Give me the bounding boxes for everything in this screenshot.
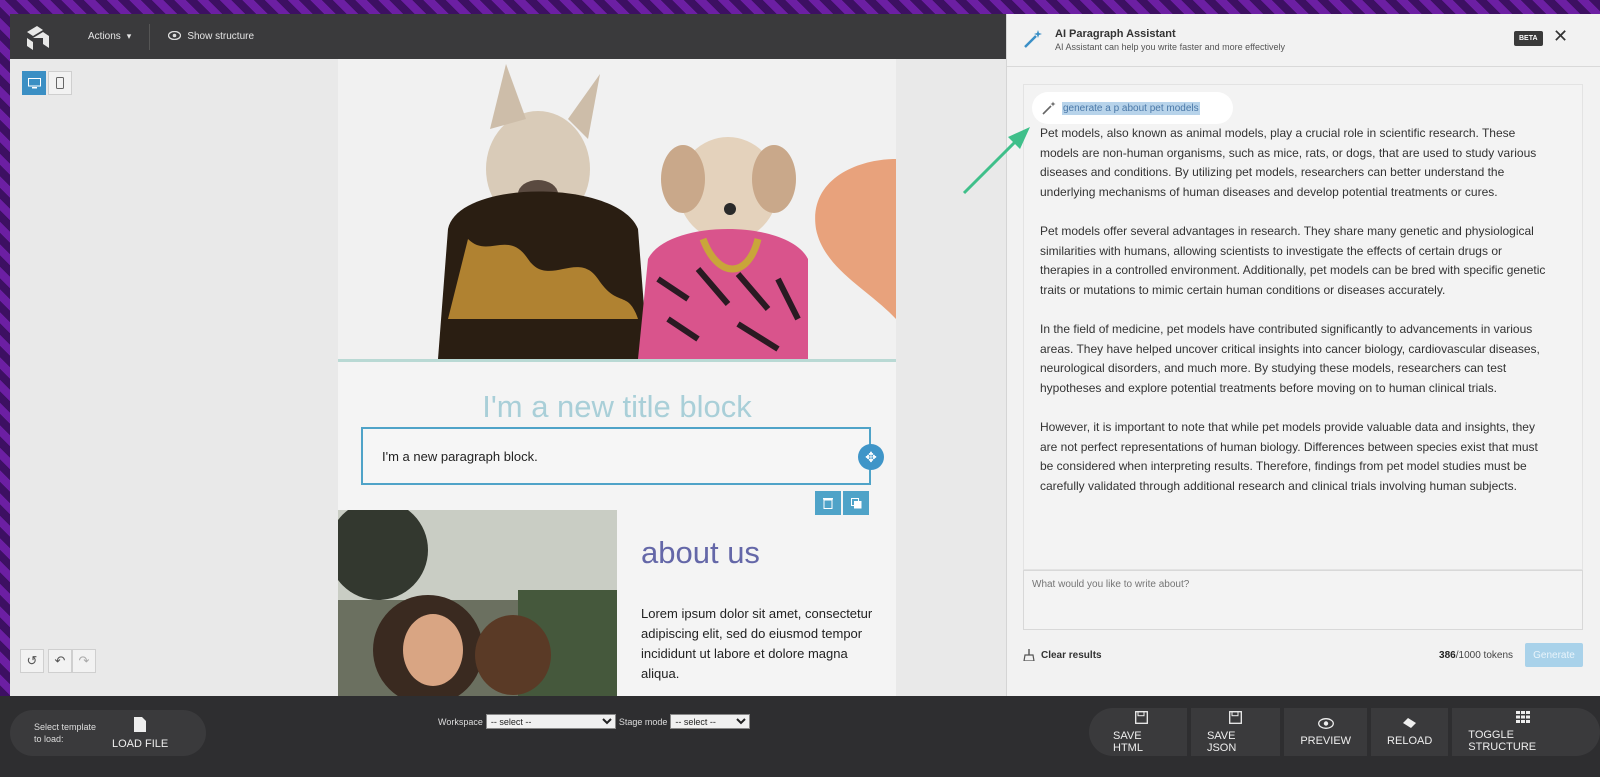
desktop-icon [27, 77, 41, 88]
ai-paragraph-assistant-panel: AI Paragraph Assistant AI Assistant can … [1006, 14, 1600, 696]
about-photo[interactable] [338, 510, 617, 696]
mobile-view-button[interactable] [48, 71, 72, 95]
preview-label: PREVIEW [1300, 734, 1352, 747]
title-block[interactable]: I'm a new title block [338, 389, 896, 425]
ai-results-area: generate a p about pet models Pet models… [1023, 84, 1583, 570]
ai-panel-footer: Clear results 386/1000 tokens Generate [1023, 642, 1583, 668]
desktop-view-button[interactable] [22, 71, 46, 95]
generate-button[interactable]: Generate [1525, 643, 1583, 667]
load-file-label: LOAD FILE [112, 737, 169, 750]
file-actions: SAVE HTML SAVE JSON PREVIEW RELOAD TOGGL… [1089, 708, 1600, 758]
show-structure-button[interactable]: Show structure [150, 14, 272, 59]
save-json-label: SAVE JSON [1206, 729, 1237, 754]
email-page: I'm a new title block I'm a new paragrap… [338, 59, 896, 696]
editor-canvas: I'm a new title block I'm a new paragrap… [10, 59, 1006, 696]
duplicate-block-button[interactable] [843, 491, 869, 515]
preview-button[interactable]: PREVIEW [1284, 708, 1368, 756]
clear-results-button[interactable]: Clear results [1023, 649, 1102, 661]
ai-panel-title: AI Paragraph Assistant [1055, 28, 1176, 40]
editor-app: Actions ▾ Show structure I'm a new title… [10, 14, 1600, 696]
paragraph-block[interactable]: I'm a new paragraph block. [361, 427, 871, 485]
app-logo-icon [10, 22, 70, 52]
editor-topbar: Actions ▾ Show structure [10, 14, 1006, 59]
move-handle-icon[interactable]: ✥ [858, 444, 884, 470]
history-controls: ↺ ↶ ↷ [20, 649, 96, 673]
trash-icon [823, 498, 833, 509]
actions-label: Actions [88, 31, 121, 42]
beta-badge: BETA [1514, 31, 1543, 46]
toggle-structure-label: TOGGLE STRUCTURE [1468, 729, 1537, 753]
magic-wand-icon [1022, 28, 1044, 55]
prompt-text: generate a p about pet models [1062, 101, 1200, 115]
device-switcher [22, 71, 72, 95]
redo-icon: ↷ [78, 653, 90, 668]
eye-icon [168, 30, 182, 43]
load-file-button[interactable]: LOAD FILE [106, 716, 169, 750]
about-text[interactable]: Lorem ipsum dolor sit amet, consectetur … [641, 604, 876, 684]
reload-label: RELOAD [1387, 735, 1433, 747]
broom-icon [1023, 649, 1035, 661]
result-paragraph: Pet models offer several advantages in r… [1040, 223, 1546, 297]
stage-mode-label: Stage mode [618, 716, 668, 727]
workspace-controls: Workspace -- select -- Stage mode -- sel… [438, 714, 751, 729]
save-json-button[interactable]: SAVE JSON [1190, 708, 1281, 756]
save-html-button[interactable]: SAVE HTML [1089, 708, 1187, 756]
mobile-icon [56, 77, 64, 89]
result-paragraph: In the field of medicine, pet models hav… [1040, 321, 1540, 395]
result-paragraph: Pet models, also known as animal models,… [1040, 126, 1537, 199]
about-title[interactable]: about us [641, 535, 760, 571]
tokens-used: 386 [1439, 649, 1456, 661]
reload-button[interactable]: RELOAD [1371, 708, 1449, 756]
eye-icon [1317, 717, 1334, 729]
chevron-down-icon: ▾ [126, 31, 132, 41]
template-loader: Select template to load: LOAD FILE [10, 710, 206, 756]
actions-menu[interactable]: Actions ▾ [70, 14, 149, 59]
undo-icon: ↶ [54, 653, 66, 668]
history-button[interactable]: ↺ [20, 649, 44, 673]
magic-wand-icon [1042, 101, 1056, 115]
template-label: Select template to load: [34, 722, 97, 744]
ai-panel-header: AI Paragraph Assistant AI Assistant can … [1007, 14, 1600, 67]
paragraph-block-text: I'm a new paragraph block. [382, 448, 538, 464]
close-icon[interactable]: ✕ [1553, 26, 1568, 47]
result-paragraph: However, it is important to note that wh… [1040, 419, 1538, 493]
prompt-input-container [1023, 570, 1583, 630]
redo-button[interactable]: ↷ [72, 649, 96, 673]
show-structure-label: Show structure [187, 31, 255, 42]
tokens-total: /1000 tokens [1455, 649, 1513, 661]
token-counter: 386/1000 tokens [1439, 650, 1513, 661]
bottom-toolbar: Select template to load: LOAD FILE Works… [0, 696, 1600, 777]
grid-icon [1516, 711, 1531, 723]
prompt-chip[interactable]: generate a p about pet models [1032, 92, 1233, 124]
ai-panel-subtitle: AI Assistant can help you write faster a… [1055, 42, 1285, 52]
dogs-photo[interactable] [338, 59, 896, 362]
stage-mode-select[interactable]: -- select -- [670, 714, 751, 729]
annotation-arrow-icon [962, 127, 1030, 195]
photo-divider [338, 359, 896, 362]
save-html-label: SAVE HTML [1113, 729, 1143, 754]
prompt-input[interactable] [1024, 571, 1582, 629]
workspace-label: Workspace [438, 716, 483, 727]
workspace-select[interactable]: -- select -- [485, 714, 616, 729]
save-icon [1229, 710, 1243, 724]
file-icon [134, 716, 147, 732]
delete-block-button[interactable] [815, 491, 841, 515]
clear-results-label: Clear results [1041, 649, 1102, 661]
toggle-structure-button[interactable]: TOGGLE STRUCTURE [1452, 708, 1600, 756]
eraser-icon [1403, 718, 1417, 728]
result-text[interactable]: Pet models, also known as animal models,… [1040, 124, 1550, 516]
block-tools [815, 491, 869, 515]
save-icon [1135, 710, 1149, 724]
undo-button[interactable]: ↶ [48, 649, 72, 673]
history-icon: ↺ [26, 653, 38, 668]
copy-icon [850, 497, 861, 508]
